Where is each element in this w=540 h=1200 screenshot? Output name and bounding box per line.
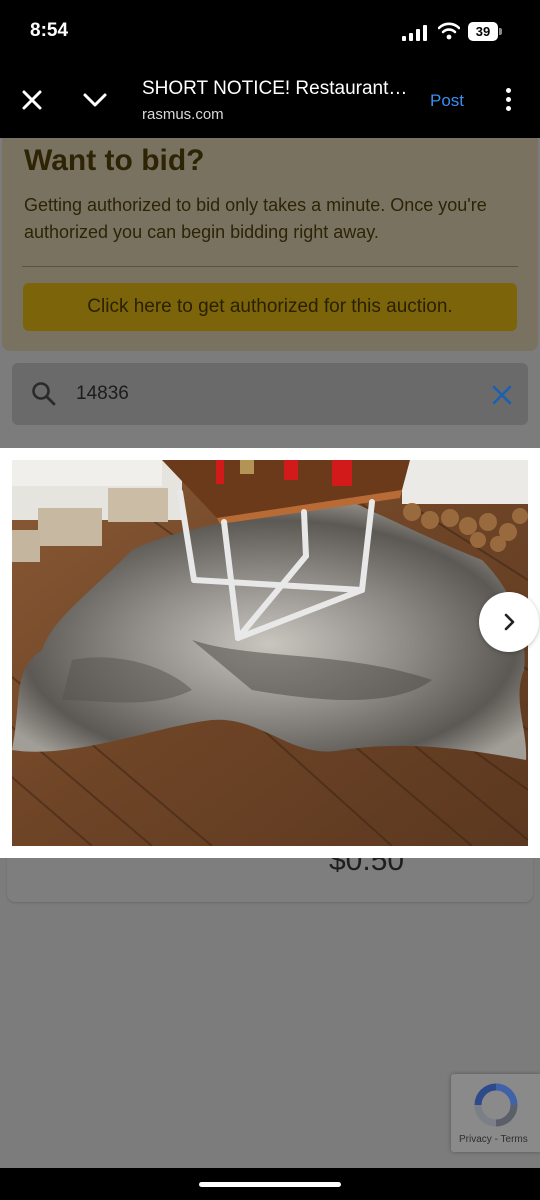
clear-icon[interactable]: [490, 383, 514, 407]
battery-level: 39: [468, 22, 498, 41]
status-bar: 8:54 39: [0, 0, 540, 62]
search-icon: [32, 382, 56, 406]
bottom-bar: [0, 1168, 540, 1200]
get-authorized-button[interactable]: Click here to get authorized for this au…: [23, 283, 517, 331]
bid-authorization-panel: Want to bid? Getting authorized to bid o…: [2, 138, 538, 351]
bid-description: Getting authorized to bid only takes a m…: [24, 195, 487, 242]
chevron-right-icon: [504, 613, 515, 631]
image-lightbox: [0, 448, 540, 858]
item-photo[interactable]: [12, 460, 528, 846]
page-domain: rasmus.com: [142, 106, 224, 123]
recaptcha-icon: [474, 1083, 518, 1127]
home-indicator[interactable]: [199, 1182, 341, 1187]
divider: [22, 266, 518, 267]
close-icon[interactable]: [16, 84, 48, 116]
recaptcha-links: Privacy - Terms: [459, 1134, 528, 1145]
recaptcha-badge[interactable]: Privacy - Terms: [451, 1074, 540, 1152]
page-title: SHORT NOTICE! Restaurant Equipment Aucti…: [142, 78, 412, 99]
bid-heading: Want to bid?: [24, 144, 205, 177]
link-separator: -: [491, 1134, 501, 1145]
search-input[interactable]: [76, 379, 456, 409]
browser-header: SHORT NOTICE! Restaurant Equipment Aucti…: [0, 62, 540, 138]
lot-search-bar: [12, 363, 528, 425]
more-vertical-icon[interactable]: [500, 88, 516, 114]
next-image-button[interactable]: [479, 592, 539, 652]
wifi-icon: [438, 22, 460, 40]
terms-link[interactable]: Terms: [501, 1134, 528, 1145]
battery-icon: 39: [468, 22, 502, 41]
chevron-down-icon[interactable]: [78, 84, 112, 116]
privacy-link[interactable]: Privacy: [459, 1134, 492, 1145]
cellular-signal-icon: [402, 25, 427, 41]
status-time: 8:54: [30, 20, 69, 41]
post-button[interactable]: Post: [430, 91, 464, 111]
